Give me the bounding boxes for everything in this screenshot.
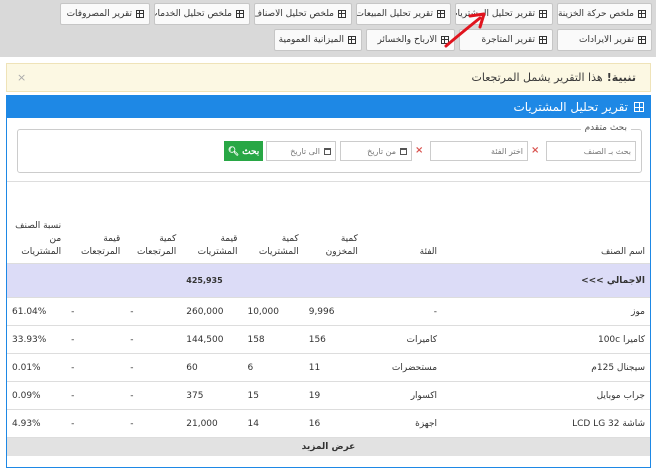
clear-item-icon[interactable]: ×: [531, 145, 539, 156]
close-icon[interactable]: ×: [17, 71, 26, 84]
item-search-select[interactable]: بحث بـ الصنف ×: [531, 141, 636, 161]
col-category: الفئة: [362, 181, 443, 264]
panel-title: تقرير تحليل المشتريات: [513, 100, 628, 114]
table-row: كاميرا 100c كاميرات 156 158 144,500 - - …: [7, 325, 650, 354]
clear-category-icon[interactable]: ×: [415, 145, 423, 156]
table-icon: [638, 10, 646, 18]
total-label: الاجمالي >>>: [442, 263, 650, 298]
table-icon: [634, 102, 644, 112]
tab-items-analysis[interactable]: ملخص تحليل الاصناف: [254, 3, 352, 25]
col-return-value: قيمة المرتجعات: [66, 181, 126, 264]
tab-revenues[interactable]: تقرير الايرادات: [557, 29, 652, 51]
panel-header: تقرير تحليل المشتريات: [7, 96, 650, 118]
table-icon: [539, 10, 547, 18]
col-purchase-value: قيمة المشتريات: [181, 181, 243, 264]
col-return-qty: كمية المرتجعات: [125, 181, 182, 264]
alert-text: هذا التقرير يشمل المرتجعات: [471, 71, 603, 84]
tab-expenses[interactable]: تقرير المصروفات: [60, 3, 150, 25]
table-icon: [638, 36, 646, 44]
calendar-icon: [400, 147, 407, 155]
total-row: الاجمالي >>> 425,935: [7, 263, 650, 298]
total-purchase-value: 425,935: [181, 263, 243, 298]
category-select[interactable]: اختر الفئة ×: [415, 141, 528, 161]
show-more-button[interactable]: عرض المزيد: [7, 437, 650, 456]
purchases-table: اسم الصنف الفئة كمية المخزون كمية المشتر…: [7, 181, 650, 456]
from-date-input[interactable]: من تاريخ: [340, 141, 412, 161]
table-row: موز - 9,996 10,000 260,000 - - 61.04%: [7, 297, 650, 326]
table-icon: [136, 10, 144, 18]
purchases-report-panel: تقرير تحليل المشتريات بحث متقدم بحث بـ ا…: [6, 95, 651, 468]
search-icon: 🔍︎: [227, 145, 240, 156]
table-icon: [338, 10, 346, 18]
table-icon: [539, 36, 547, 44]
table-row: سيجنال 125م مستحضرات 11 6 60 - - 0.01%: [7, 353, 650, 382]
col-item-name: اسم الصنف: [442, 181, 650, 264]
table-row: شاشة LCD LG 32 اجهزة 16 14 21,000 - - 4.…: [7, 409, 650, 438]
alert-strong: تنبية!: [606, 71, 636, 84]
tab-sales-analysis[interactable]: تقرير تحليل المبيعات: [356, 3, 451, 25]
calendar-icon: [324, 147, 331, 155]
returns-notice-alert: تنبية! هذا التقرير يشمل المرتجعات ×: [6, 63, 651, 92]
tab-balance-sheet[interactable]: الميزانية العمومية: [274, 29, 362, 51]
advanced-search: بحث متقدم بحث بـ الصنف × اختر الفئة × من…: [17, 123, 642, 173]
col-item-percentage: نسبة الصنف من المشتريات: [7, 181, 67, 264]
table-row: جراب موبايل اكسوار 19 15 375 - - 0.09%: [7, 381, 650, 410]
arrow-annotation-icon: [444, 12, 486, 48]
tab-treasury-summary[interactable]: ملخص حركة الخزينة: [557, 3, 652, 25]
table-icon: [348, 36, 356, 44]
report-tabs-bar: ملخص حركة الخزينة تقرير تحليل المشتريات …: [0, 0, 656, 57]
col-stock-qty: كمية المخزون: [303, 181, 363, 264]
search-legend: بحث متقدم: [580, 123, 631, 133]
search-button[interactable]: 🔍︎ بحث: [224, 141, 263, 161]
table-icon: [236, 10, 244, 18]
to-date-input[interactable]: الى تاريخ: [266, 141, 336, 161]
tab-services-analysis[interactable]: ملخص تحليل الخدمات: [154, 3, 250, 25]
col-purchase-qty: كمية المشتريات: [242, 181, 304, 264]
show-more-row[interactable]: عرض المزيد: [7, 437, 650, 456]
